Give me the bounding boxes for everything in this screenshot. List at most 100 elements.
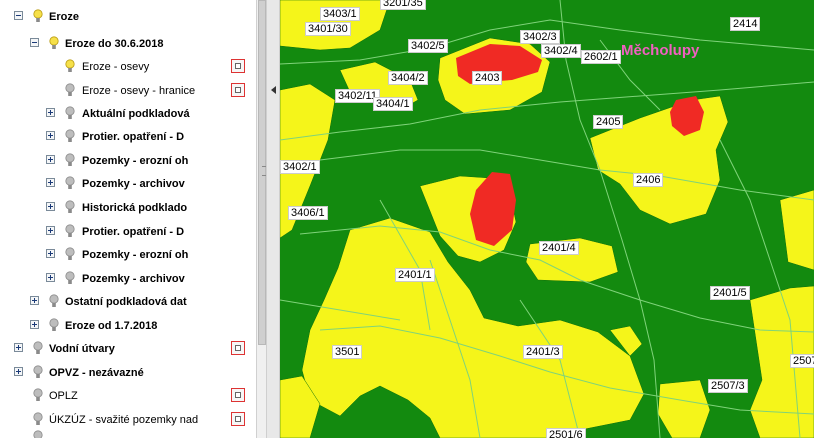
tree-row[interactable]: OPVZ - nezávazné	[0, 362, 256, 384]
parcel-label: 2401/1	[395, 268, 435, 282]
tree-label: Vodní útvary	[49, 343, 115, 355]
tree-label: OPVZ - nezávazné	[49, 367, 144, 379]
tree-row[interactable]: Pozemky - erozní oh	[0, 150, 256, 172]
expand-icon[interactable]	[14, 343, 23, 352]
tree-label: Eroze od 1.7.2018	[65, 320, 158, 332]
erosion-map	[280, 0, 814, 438]
tree-row[interactable]: Protier. opatření - D	[0, 221, 256, 243]
boundary-line	[319, 149, 814, 201]
bulb-off-icon[interactable]	[65, 106, 75, 121]
tree-row[interactable]: Protier. opatření - D	[0, 126, 256, 148]
expand-icon[interactable]	[46, 155, 55, 164]
expand-icon[interactable]	[46, 249, 55, 258]
tree-label: Pozemky - archivov	[82, 178, 185, 190]
tree-row[interactable]: Historická podklado	[0, 197, 256, 219]
legend-icon[interactable]	[231, 388, 245, 402]
bulb-off-icon[interactable]	[65, 200, 75, 215]
expand-icon[interactable]	[30, 296, 39, 305]
tree-row[interactable]: Eroze od 1.7.2018	[0, 315, 256, 337]
expand-icon[interactable]	[46, 273, 55, 282]
bulb-off-icon[interactable]	[65, 247, 75, 262]
bulb-on-icon[interactable]	[65, 59, 75, 74]
tree-label: Pozemky - erozní oh	[82, 155, 189, 167]
tree-label: Protier. opatření - D	[82, 131, 185, 143]
tree-label: Aktuální podkladová	[82, 108, 190, 120]
bulb-off-icon[interactable]	[65, 271, 75, 286]
parcel-label: 2401/4	[539, 241, 579, 255]
map-view[interactable]: Měcholupy 3403/1 3201/35 3401/30 3402/3 …	[280, 0, 814, 438]
tree-row[interactable]: Aktuální podkladová	[0, 103, 256, 125]
tree-label: Eroze - osevy	[82, 61, 150, 73]
parcel-label: 2406	[633, 173, 664, 187]
bulb-on-icon[interactable]	[49, 36, 59, 51]
legend-icon[interactable]	[231, 341, 245, 355]
tree-label: Historická podklado	[82, 202, 188, 214]
bulb-off-icon[interactable]	[65, 129, 75, 144]
town-label: Měcholupy	[621, 42, 700, 59]
legend-icon[interactable]	[231, 83, 245, 97]
tree-label: Pozemky - erozní oh	[82, 249, 189, 261]
parcel-label: 2507/3	[708, 379, 748, 393]
medium-risk-area	[779, 189, 814, 271]
tree-label: Eroze - osevy - hranice	[82, 85, 196, 97]
parcel-label: 3402/1	[280, 160, 320, 174]
tree-label: ÚKZÚZ - svažité pozemky nad	[49, 414, 199, 426]
tree-row[interactable]: Pozemky - archivov	[0, 173, 256, 195]
scrollbar-thumb[interactable]	[258, 0, 266, 345]
parcel-label: 2501/6	[546, 428, 586, 438]
parcel-label: 2403	[472, 71, 503, 85]
tree-row[interactable]: Ostatní podkladová dat	[0, 291, 256, 313]
expand-icon[interactable]	[46, 202, 55, 211]
bulb-off-icon[interactable]	[65, 176, 75, 191]
expand-icon[interactable]	[46, 108, 55, 117]
tree-label: Protier. opatření - D	[82, 226, 185, 238]
tree-row[interactable]: OPLZ	[0, 385, 256, 407]
expand-icon[interactable]	[46, 226, 55, 235]
parcel-label: 3402/4	[541, 44, 581, 58]
tree-label: OPLZ	[49, 390, 78, 402]
bulb-off-icon[interactable]	[33, 365, 43, 380]
parcel-label: 2507/	[790, 354, 814, 368]
tree-label: Eroze do 30.6.2018	[65, 38, 164, 50]
bulb-off-icon[interactable]	[65, 83, 75, 98]
expand-icon[interactable]	[46, 131, 55, 140]
medium-risk-area	[657, 379, 711, 438]
collapse-icon[interactable]	[14, 11, 23, 20]
tree-row[interactable]: ÚKZÚZ - svažité pozemky nad	[0, 409, 256, 431]
layer-tree-panel: Eroze Eroze do 30.6.2018 Eroze - osevy E…	[0, 0, 256, 438]
bulb-off-icon[interactable]	[49, 294, 59, 309]
tree-row[interactable]: Pozemky - archivov	[0, 268, 256, 290]
parcel-label: 3406/1	[288, 206, 328, 220]
tree-row-eroze-osevy-hranice[interactable]: Eroze - osevy - hranice	[0, 80, 256, 102]
bulb-off-icon[interactable]	[49, 318, 59, 333]
parcel-label: 2401/5	[710, 286, 750, 300]
parcel-label: 3402/5	[408, 39, 448, 53]
parcel-label: 3402/3	[520, 30, 560, 44]
parcel-label: 3404/2	[388, 71, 428, 85]
bulb-off-icon[interactable]	[33, 430, 43, 438]
bulb-on-icon[interactable]	[33, 9, 43, 24]
bulb-off-icon[interactable]	[65, 224, 75, 239]
bulb-off-icon[interactable]	[33, 341, 43, 356]
expand-icon[interactable]	[46, 178, 55, 187]
expand-icon[interactable]	[30, 320, 39, 329]
panel-splitter[interactable]	[266, 0, 280, 438]
parcel-label: 2401/3	[523, 345, 563, 359]
tree-row-eroze-do-2018[interactable]: Eroze do 30.6.2018	[0, 33, 256, 55]
bulb-off-icon[interactable]	[33, 388, 43, 403]
tree-label: Eroze	[49, 11, 79, 23]
bulb-off-icon[interactable]	[33, 412, 43, 427]
tree-row-eroze[interactable]: Eroze	[0, 6, 256, 28]
parcel-label: 2602/1	[581, 50, 621, 64]
bulb-off-icon[interactable]	[65, 153, 75, 168]
collapse-panel-icon[interactable]	[271, 86, 276, 94]
parcel-label: 3404/1	[373, 97, 413, 111]
tree-row[interactable]: Vodní útvary	[0, 338, 256, 360]
tree-row[interactable]: Pozemky - erozní oh	[0, 244, 256, 266]
tree-label: Ostatní podkladová dat	[65, 296, 187, 308]
legend-icon[interactable]	[231, 412, 245, 426]
tree-row-eroze-osevy[interactable]: Eroze - osevy	[0, 56, 256, 78]
expand-icon[interactable]	[14, 367, 23, 376]
legend-icon[interactable]	[231, 59, 245, 73]
collapse-icon[interactable]	[30, 38, 39, 47]
